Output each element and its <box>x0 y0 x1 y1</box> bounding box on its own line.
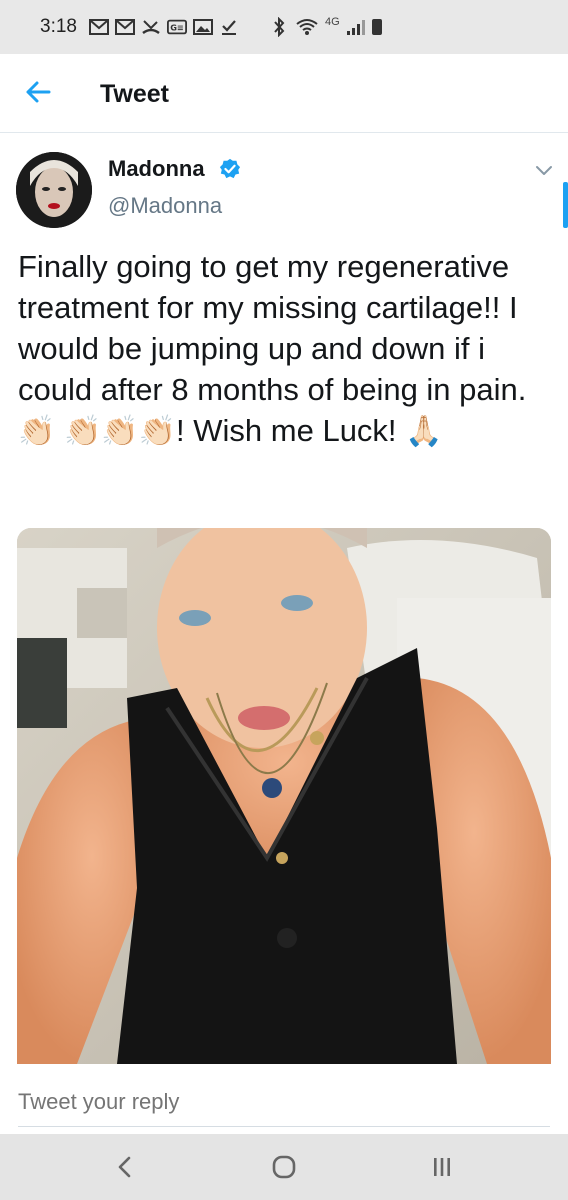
signal-icon <box>346 18 366 36</box>
clapping-hands-emoji: 👏🏻 <box>18 414 56 449</box>
status-bar: 3:18 G≡ 4G <box>0 0 568 54</box>
tweet-text: Finally going to get my regenerative tre… <box>18 246 558 452</box>
tweet-text-wish: ! Wish me Luck! <box>176 413 406 448</box>
download-done-icon <box>219 18 239 36</box>
nav-back-icon <box>118 1156 131 1178</box>
nav-recents-icon <box>434 1158 450 1176</box>
author-handle[interactable]: @Madonna <box>108 193 222 219</box>
avatar[interactable] <box>16 152 92 228</box>
tweet-options-button[interactable] <box>532 160 556 180</box>
gmail-icon <box>114 18 135 36</box>
author-name[interactable]: Madonna <box>108 156 205 182</box>
gmail-icon <box>88 18 109 36</box>
folded-hands-emoji: 🙏🏻 <box>405 414 443 449</box>
gallery-icon <box>192 18 213 36</box>
battery-icon <box>371 19 382 35</box>
verified-badge-icon <box>219 158 241 179</box>
tweet-photo[interactable] <box>17 528 551 1064</box>
reply-divider <box>18 1126 550 1127</box>
nav-home-button[interactable] <box>269 1154 299 1180</box>
status-time: 3:18 <box>40 16 77 37</box>
ge-icon: G≡ <box>166 18 187 36</box>
svg-text:G≡: G≡ <box>170 23 184 33</box>
wifi-icon <box>295 18 319 36</box>
tweet-text-main: Finally going to get my regenerative tre… <box>18 249 527 407</box>
top-app-bar: Tweet <box>0 54 568 133</box>
page-title: Tweet <box>100 80 169 108</box>
nav-recents-button[interactable] <box>427 1154 457 1180</box>
avatar-image <box>16 152 92 228</box>
nav-home-icon <box>272 1155 296 1179</box>
nav-back-button[interactable] <box>110 1154 140 1180</box>
reply-input[interactable] <box>18 1084 538 1120</box>
photo-icon <box>17 528 551 1064</box>
arrow-left-icon <box>26 81 51 103</box>
chevron-down-icon <box>536 166 552 175</box>
scroll-indicator <box>563 182 568 228</box>
back-button[interactable] <box>24 78 52 106</box>
system-icons: 4G <box>269 16 382 37</box>
missed-call-icon <box>141 18 161 36</box>
bluetooth-icon <box>269 17 289 37</box>
notification-icons: G≡ <box>88 18 239 36</box>
system-nav-bar <box>0 1134 568 1200</box>
clapping-hands-emoji-group: 👏🏻👏🏻👏🏻 <box>63 414 177 449</box>
network-type-label: 4G <box>324 16 340 28</box>
